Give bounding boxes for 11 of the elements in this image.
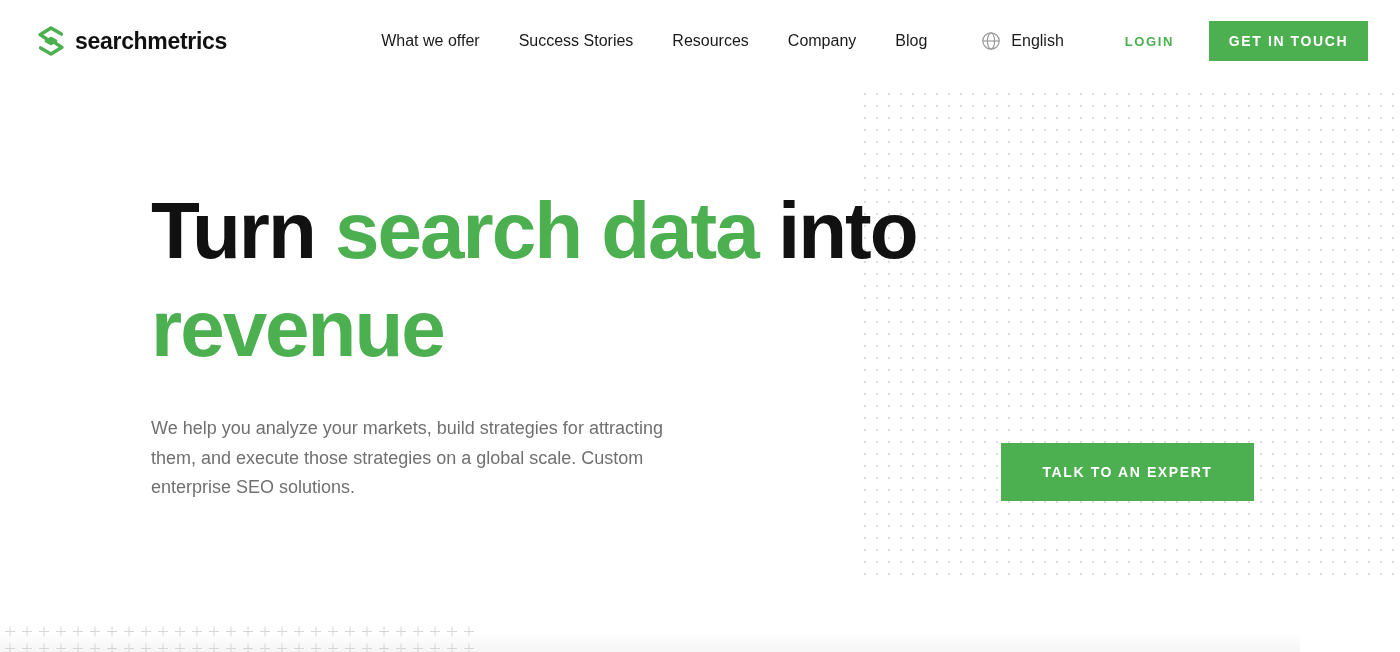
logo-wordmark[interactable]: searchmetrics [75, 27, 228, 55]
hero-headline: Turn search data into revenue [151, 185, 918, 375]
language-switcher[interactable]: English [982, 32, 1064, 50]
nav-link[interactable]: What we offer [381, 32, 480, 50]
nav-link[interactable]: Success Stories [518, 32, 634, 50]
nav-link[interactable]: Company [787, 32, 857, 50]
nav-link[interactable]: Blog [895, 32, 928, 50]
hero-description: We help you analyze your markets, build strategies for attracting them, and execute those strategies on a global scale. Custom enterprise SEO solutions. [151, 417, 664, 499]
globe-icon [982, 32, 1001, 50]
nav-link[interactable]: Resources [672, 32, 749, 50]
logo-icon[interactable] [36, 26, 66, 56]
